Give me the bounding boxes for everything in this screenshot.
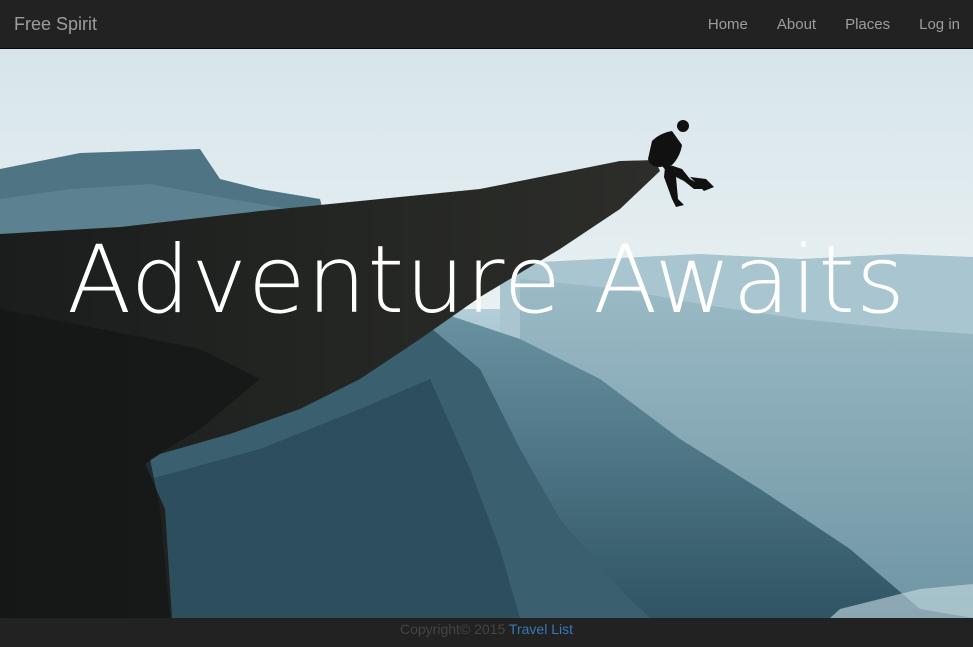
nav-login-link[interactable]: Log in <box>904 0 973 49</box>
copyright-text: Copyright© 2015 <box>400 621 506 637</box>
hero-title: Adventure Awaits <box>66 226 906 335</box>
nav-links: Home About Places Log in <box>693 0 973 49</box>
nav-places-link[interactable]: Places <box>830 0 904 49</box>
footer: Copyright© 2015 Travel List <box>0 618 973 647</box>
nav-about-link[interactable]: About <box>762 0 830 49</box>
travel-list-link[interactable]: Travel List <box>509 621 573 637</box>
hero-section: Adventure Awaits <box>0 49 973 618</box>
nav-home-link[interactable]: Home <box>693 0 762 49</box>
brand-link[interactable]: Free Spirit <box>14 14 97 34</box>
navbar: Free Spirit Home About Places Log in <box>0 0 973 49</box>
